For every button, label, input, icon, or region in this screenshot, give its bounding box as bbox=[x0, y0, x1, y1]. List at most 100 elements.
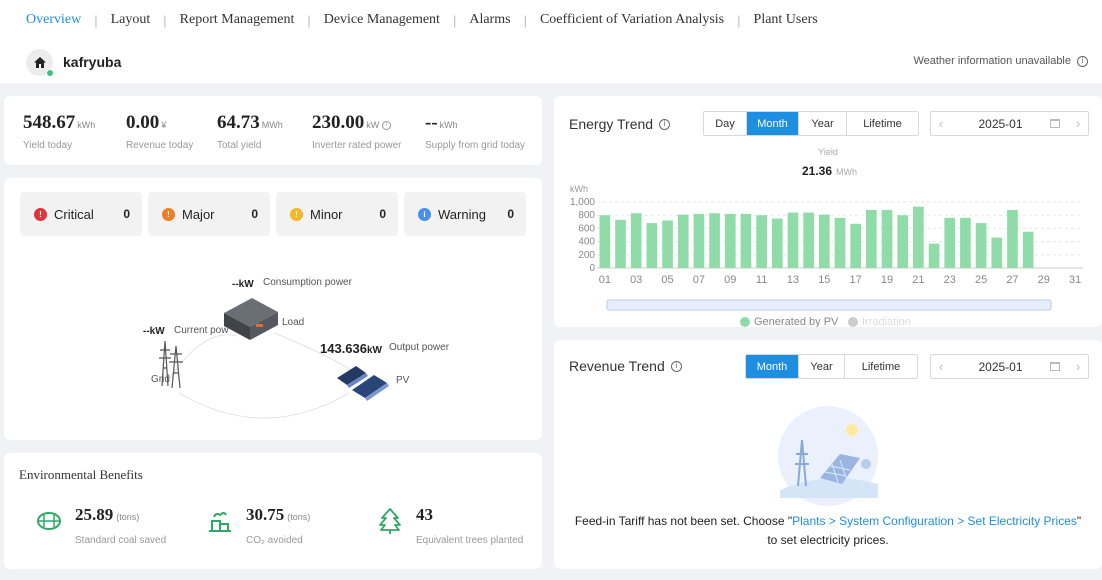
bar-day-23[interactable] bbox=[944, 217, 956, 268]
y-tick-label: 200 bbox=[578, 250, 595, 261]
env-label: Equivalent trees planted bbox=[416, 535, 524, 546]
plant-avatar bbox=[26, 49, 54, 77]
kpi-value: 64.73 bbox=[217, 112, 260, 133]
bar-day-27[interactable] bbox=[1007, 209, 1018, 268]
legend-generated-by-pv[interactable]: Generated by PV bbox=[754, 316, 839, 327]
bar-day-11[interactable] bbox=[756, 215, 767, 268]
kpi-value: 548.67 bbox=[23, 112, 76, 133]
nav-alarms[interactable]: Alarms bbox=[469, 12, 510, 28]
kpi-revenue-today: 0.00 ¥ Revenue today bbox=[126, 112, 193, 151]
chevron-right-icon[interactable]: › bbox=[1068, 359, 1088, 374]
bar-day-19[interactable] bbox=[881, 209, 893, 268]
bar-day-08[interactable] bbox=[709, 213, 720, 268]
x-tick-label: 27 bbox=[1006, 274, 1018, 286]
x-tick-label: 11 bbox=[756, 274, 767, 286]
kpi-inverter-rated-power: 230.00 kW i Inverter rated power bbox=[312, 112, 402, 151]
tree-icon bbox=[379, 508, 401, 534]
bar-day-21[interactable] bbox=[913, 206, 924, 268]
bar-day-12[interactable] bbox=[771, 218, 783, 269]
y-tick-label: 400 bbox=[578, 237, 595, 248]
kpi-value: 230.00 bbox=[312, 112, 365, 133]
load-label: Load bbox=[282, 317, 305, 328]
bar-day-24[interactable] bbox=[960, 217, 971, 268]
tab-lifetime[interactable]: Lifetime bbox=[845, 355, 917, 378]
chart-summary-value: 21.36 MWh bbox=[802, 164, 857, 178]
x-tick-label: 29 bbox=[1038, 274, 1050, 286]
bar-day-03[interactable] bbox=[630, 213, 642, 268]
revenue-period-tabs: Month Year Lifetime bbox=[745, 354, 918, 379]
kpi-unit: kWh bbox=[77, 120, 96, 130]
bar-day-25[interactable] bbox=[975, 223, 987, 268]
kpi-label: Total yield bbox=[217, 140, 262, 151]
legend-irradiation[interactable]: Irradiation bbox=[862, 316, 911, 327]
nav-separator: | bbox=[94, 12, 98, 28]
env-label: Standard coal saved bbox=[75, 535, 167, 546]
plant-header: kafryuba Weather information unavailable… bbox=[0, 40, 1102, 83]
output-power-label: Output power bbox=[389, 342, 450, 353]
info-icon[interactable]: i bbox=[382, 120, 392, 130]
info-icon[interactable]: i bbox=[670, 360, 682, 372]
bar-day-20[interactable] bbox=[897, 215, 909, 268]
kpi-card: 548.67 kWh Yield today 0.00 ¥ Revenue toda… bbox=[4, 96, 542, 165]
env-coal-saved: 25.89 (tons) Standard coal saved bbox=[35, 505, 166, 546]
x-tick-label: 01 bbox=[599, 274, 611, 286]
y-tick-label: 800 bbox=[578, 210, 595, 221]
bar-day-07[interactable] bbox=[693, 213, 705, 268]
revenue-date-picker[interactable]: ‹ 2025-01 › bbox=[930, 354, 1089, 379]
kpi-value: -- bbox=[425, 112, 438, 133]
kpi-label: Yield today bbox=[23, 140, 73, 151]
date-value: 2025-01 bbox=[978, 359, 1023, 374]
kpi-label: Revenue today bbox=[126, 140, 194, 151]
current-power-value: --kW bbox=[143, 326, 165, 337]
nav-cov-analysis[interactable]: Coefficient of Variation Analysis bbox=[540, 12, 724, 28]
nav-overview[interactable]: Overview bbox=[26, 12, 81, 28]
bar-day-28[interactable] bbox=[1022, 231, 1034, 268]
y-tick-label: 600 bbox=[578, 223, 595, 234]
chevron-left-icon[interactable]: ‹ bbox=[931, 359, 951, 374]
tab-month[interactable]: Month bbox=[746, 355, 799, 378]
bar-day-22[interactable] bbox=[928, 243, 940, 268]
chart-zoom-slider[interactable] bbox=[606, 299, 1052, 311]
bar-day-17[interactable] bbox=[850, 223, 862, 268]
bar-day-26[interactable] bbox=[991, 237, 1003, 268]
online-status-dot bbox=[46, 69, 54, 77]
x-tick-label: 03 bbox=[630, 274, 642, 286]
x-tick-label: 07 bbox=[693, 274, 705, 286]
bar-day-13[interactable] bbox=[787, 212, 799, 268]
env-unit: (tons) bbox=[287, 512, 311, 522]
x-tick-label: 25 bbox=[975, 274, 987, 286]
bar-day-09[interactable] bbox=[724, 213, 736, 268]
bar-day-16[interactable] bbox=[834, 217, 846, 268]
nav-report-management[interactable]: Report Management bbox=[180, 12, 295, 28]
env-trees-planted: 43 Equivalent trees planted bbox=[376, 505, 523, 546]
set-electricity-prices-link[interactable]: Plants > System Configuration > Set Elec… bbox=[792, 514, 1077, 528]
bar-day-10[interactable] bbox=[740, 213, 752, 268]
summary-value: 21.36 bbox=[802, 164, 832, 178]
bar-day-14[interactable] bbox=[803, 212, 814, 268]
bar-day-06[interactable] bbox=[677, 214, 689, 268]
x-tick-label: 31 bbox=[1069, 274, 1081, 286]
y-tick-label: 0 bbox=[589, 263, 595, 274]
bar-day-15[interactable] bbox=[818, 214, 830, 268]
kpi-unit: MWh bbox=[261, 120, 283, 130]
energy-bar-chart: Yield 21.36 MWh kWh 0 200 400 600 800 1,000 01… bbox=[570, 147, 1083, 327]
bar-day-18[interactable] bbox=[866, 209, 877, 268]
bar-day-04[interactable] bbox=[646, 223, 658, 268]
empty-state-illustration bbox=[778, 406, 878, 506]
info-icon[interactable]: i bbox=[1077, 55, 1088, 67]
current-power-label: Current pow bbox=[174, 325, 229, 336]
revenue-trend-title: Revenue Trend i bbox=[569, 358, 682, 374]
bar-day-02[interactable] bbox=[615, 219, 626, 268]
nav-device-management[interactable]: Device Management bbox=[324, 12, 440, 28]
nav-layout[interactable]: Layout bbox=[111, 12, 151, 28]
msg-prefix: Feed-in Tariff has not been set. Choose … bbox=[574, 514, 793, 528]
co2-icon bbox=[209, 512, 231, 532]
bar-day-05[interactable] bbox=[662, 220, 673, 268]
x-tick-label: 15 bbox=[818, 274, 830, 286]
tab-year[interactable]: Year bbox=[799, 355, 845, 378]
kpi-label: Supply from grid today bbox=[425, 140, 526, 151]
tariff-not-set-message: Feed-in Tariff has not been set. Choose … bbox=[554, 512, 1102, 550]
nav-plant-users[interactable]: Plant Users bbox=[754, 12, 818, 28]
kpi-supply-from-grid: -- kWh Supply from grid today bbox=[425, 112, 525, 151]
bar-day-01[interactable] bbox=[599, 215, 611, 268]
